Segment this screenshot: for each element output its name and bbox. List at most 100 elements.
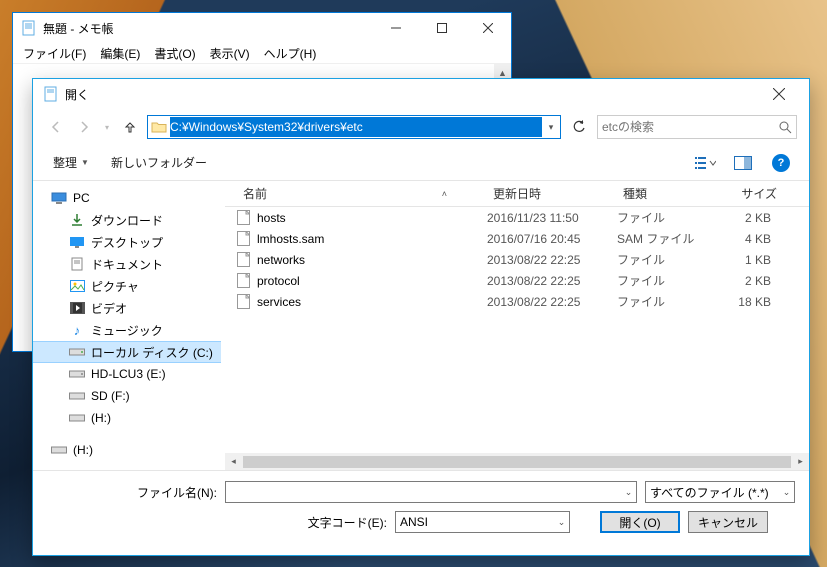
tree-label: ドキュメント (91, 256, 163, 273)
hscroll-left-icon[interactable]: ◂ (225, 453, 242, 470)
tree-label: PC (73, 191, 90, 205)
tree-pictures[interactable]: ピクチャ (33, 275, 221, 297)
file-size: 18 KB (719, 295, 779, 309)
pc-icon (51, 190, 67, 206)
forward-button[interactable] (73, 116, 95, 138)
hscrollbar[interactable]: ◂ ▸ (225, 453, 809, 470)
tree-label: ビデオ (91, 300, 127, 317)
tree-pc[interactable]: PC (33, 187, 221, 209)
back-button[interactable] (45, 116, 67, 138)
chevron-down-icon[interactable]: ⌄ (778, 487, 794, 498)
cancel-button[interactable]: キャンセル (688, 511, 768, 533)
file-name: lmhosts.sam (257, 232, 324, 246)
col-name-label: 名前 (243, 185, 267, 202)
organize-button[interactable]: 整理 ▼ (47, 151, 95, 174)
tree-h[interactable]: (H:) (33, 407, 221, 429)
file-type: ファイル (609, 272, 719, 289)
dialog-bottom-panel: ファイル名(N): ⌄ すべてのファイル (*.*) ⌄ 文字コード(E): A… (33, 470, 809, 555)
filename-combo[interactable]: ⌄ (225, 481, 637, 503)
tree-label: ローカル ディスク (C:) (91, 344, 213, 361)
filter-combo[interactable]: すべてのファイル (*.*) ⌄ (645, 481, 795, 503)
encoding-label: 文字コード(E): (47, 514, 387, 531)
file-type: ファイル (609, 293, 719, 310)
tree-local-disk-c[interactable]: ローカル ディスク (C:) (33, 341, 221, 363)
col-date[interactable]: 更新日時 (485, 185, 615, 202)
tree-downloads[interactable]: ダウンロード (33, 209, 221, 231)
preview-pane-button[interactable] (729, 151, 757, 175)
column-headers[interactable]: 名前 ˄ 更新日時 種類 サイズ (225, 181, 809, 207)
open-button-label: 開く(O) (619, 514, 660, 531)
file-size: 4 KB (719, 232, 779, 246)
recent-dropdown[interactable]: ▾ (101, 116, 113, 138)
col-size[interactable]: サイズ (725, 185, 785, 202)
drive-icon (69, 344, 85, 360)
drive-icon (51, 442, 67, 458)
tree-desktop[interactable]: デスクトップ (33, 231, 221, 253)
folder-tree[interactable]: PC ダウンロード デスクトップ ドキュメント ピクチャ ビデオ (33, 181, 221, 470)
notepad-titlebar[interactable]: 無題 - メモ帳 (13, 13, 511, 43)
tree-sd-f[interactable]: SD (F:) (33, 385, 221, 407)
address-dropdown[interactable]: ▾ (542, 122, 560, 133)
file-row[interactable]: protocol2013/08/22 22:25ファイル2 KB (225, 270, 809, 291)
file-icon (235, 273, 251, 289)
file-date: 2016/07/16 20:45 (479, 232, 609, 246)
file-row[interactable]: networks2013/08/22 22:25ファイル1 KB (225, 249, 809, 270)
menu-format[interactable]: 書式(O) (148, 43, 201, 64)
videos-icon (69, 300, 85, 316)
open-dialog: 開く ▾ ▾ 整理 ▼ 新しいフォルダー (32, 78, 810, 556)
file-row[interactable]: hosts2016/11/23 11:50ファイル2 KB (225, 207, 809, 228)
downloads-icon (69, 212, 85, 228)
dialog-close-button[interactable] (759, 79, 799, 109)
close-button[interactable] (465, 13, 511, 43)
file-row[interactable]: lmhosts.sam2016/07/16 20:45SAM ファイル4 KB (225, 228, 809, 249)
up-button[interactable] (119, 116, 141, 138)
menu-help[interactable]: ヘルプ(H) (258, 43, 323, 64)
menu-edit[interactable]: 編集(E) (94, 43, 146, 64)
cancel-button-label: キャンセル (698, 514, 758, 531)
tree-music[interactable]: ♪ ミュージック (33, 319, 221, 341)
chevron-down-icon[interactable]: ⌄ (620, 487, 636, 498)
refresh-button[interactable] (567, 115, 591, 139)
drive-icon (69, 410, 85, 426)
file-row[interactable]: services2013/08/22 22:25ファイル18 KB (225, 291, 809, 312)
menu-file[interactable]: ファイル(F) (17, 43, 92, 64)
open-button[interactable]: 開く(O) (600, 511, 680, 533)
tree-h2[interactable]: (H:) (33, 439, 221, 461)
search-icon[interactable] (775, 121, 792, 134)
help-button[interactable]: ? (767, 151, 795, 175)
menu-view[interactable]: 表示(V) (204, 43, 256, 64)
hscroll-right-icon[interactable]: ▸ (792, 453, 809, 470)
search-box[interactable] (597, 115, 797, 139)
file-name: services (257, 295, 301, 309)
folder-icon (148, 116, 170, 138)
notepad-menubar: ファイル(F) 編集(E) 書式(O) 表示(V) ヘルプ(H) (13, 43, 511, 63)
nav-row: ▾ ▾ (33, 109, 809, 145)
dialog-toolbar: 整理 ▼ 新しいフォルダー ? (33, 145, 809, 181)
file-list[interactable]: hosts2016/11/23 11:50ファイル2 KB lmhosts.sam… (225, 207, 809, 453)
maximize-button[interactable] (419, 13, 465, 43)
col-type[interactable]: 種類 (615, 185, 725, 202)
file-name: hosts (257, 211, 286, 225)
address-input[interactable] (170, 117, 542, 137)
tree-videos[interactable]: ビデオ (33, 297, 221, 319)
sort-asc-icon: ˄ (442, 189, 447, 199)
file-size: 1 KB (719, 253, 779, 267)
address-bar[interactable]: ▾ (147, 115, 561, 139)
new-folder-button[interactable]: 新しいフォルダー (105, 151, 213, 174)
dialog-titlebar[interactable]: 開く (33, 79, 809, 109)
filename-input[interactable] (226, 485, 620, 499)
tree-hdlcu3[interactable]: HD-LCU3 (E:) (33, 363, 221, 385)
file-date: 2013/08/22 22:25 (479, 253, 609, 267)
col-name[interactable]: 名前 ˄ (235, 185, 485, 202)
hscroll-thumb[interactable] (243, 456, 791, 468)
chevron-down-icon[interactable]: ⌄ (553, 517, 569, 528)
minimize-button[interactable] (373, 13, 419, 43)
view-options-button[interactable] (691, 151, 719, 175)
file-icon (235, 210, 251, 226)
hscroll-track[interactable] (242, 453, 792, 470)
dialog-title: 開く (65, 86, 89, 103)
tree-documents[interactable]: ドキュメント (33, 253, 221, 275)
search-input[interactable] (602, 120, 775, 134)
encoding-combo[interactable]: ANSI ⌄ (395, 511, 570, 533)
encoding-value: ANSI (400, 515, 553, 529)
